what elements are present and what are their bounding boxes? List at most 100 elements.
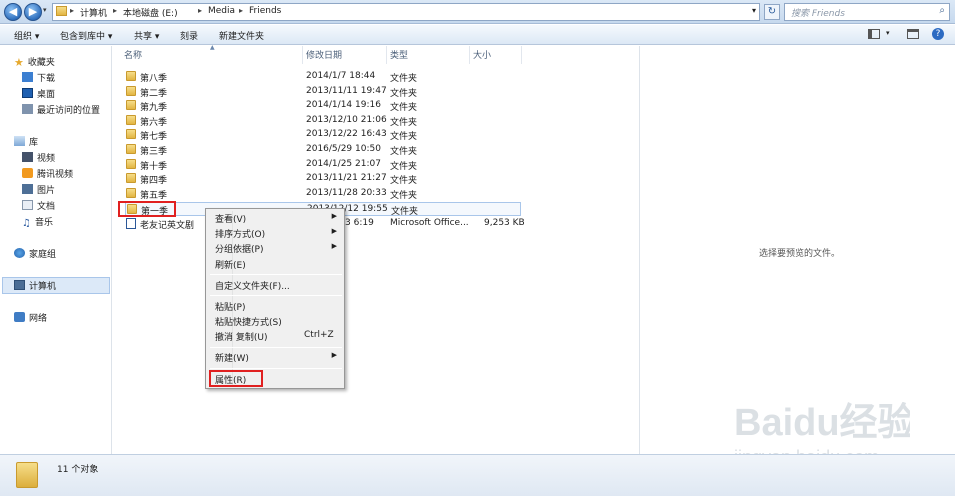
- watermark-logo-text: Baidu经验: [734, 402, 910, 444]
- word-document-icon: [126, 218, 136, 229]
- nav-pictures[interactable]: 图片: [22, 183, 55, 198]
- highlight-box: [118, 201, 176, 217]
- nav-videos[interactable]: 视频: [22, 151, 55, 166]
- video-icon: [22, 152, 33, 162]
- menu-item-sort[interactable]: 排序方式(O) ▶: [215, 227, 343, 241]
- folder-icon: [126, 100, 136, 110]
- nav-computer[interactable]: 计算机: [14, 279, 56, 294]
- recent-places-icon: [22, 104, 33, 114]
- table-row[interactable]: 第二季 2013/11/11 19:47 文件夹: [125, 85, 521, 99]
- search-icon[interactable]: ⌕: [939, 5, 945, 16]
- documents-icon: [22, 200, 33, 210]
- menu-item-paste-shortcut[interactable]: 粘贴快捷方式(S): [215, 315, 343, 329]
- nav-tencent-video[interactable]: 腾讯视频: [22, 167, 73, 182]
- folder-icon: [126, 173, 136, 183]
- nav-downloads[interactable]: 下载: [22, 71, 55, 86]
- pictures-icon: [22, 184, 33, 194]
- homegroup-icon: [14, 248, 25, 258]
- organize-button[interactable]: 组织 ▾: [14, 29, 39, 42]
- back-button[interactable]: ◀: [4, 3, 22, 21]
- context-menu: 查看(V) ▶ 排序方式(O) ▶ 分组依据(P) ▶ 刷新(E) 自定义文件夹(F)…: [205, 208, 345, 389]
- menu-separator: [210, 347, 342, 348]
- nav-libraries[interactable]: 库: [14, 135, 38, 150]
- search-box[interactable]: 搜索 Friends ⌕: [784, 3, 950, 21]
- nav-music[interactable]: ♫ 音乐: [22, 215, 53, 230]
- menu-item-group[interactable]: 分组依据(P) ▶: [215, 242, 343, 256]
- column-type[interactable]: 类型: [390, 48, 408, 61]
- computer-icon: [14, 280, 25, 290]
- nav-recent-places[interactable]: 最近访问的位置: [22, 103, 100, 118]
- navigation-pane: ★ 收藏夹 下载 桌面 最近访问的位置 库 视频 腾讯视频 图片 文档 ♫ 音乐 家…: [0, 46, 112, 454]
- view-dropdown-arrow[interactable]: ▾: [886, 29, 890, 37]
- new-folder-button[interactable]: 新建文件夹: [219, 29, 264, 42]
- column-modified[interactable]: 修改日期: [306, 48, 342, 61]
- nav-favorites[interactable]: ★ 收藏夹: [14, 55, 55, 70]
- table-row[interactable]: 第八季 2014/1/7 18:44 文件夹: [125, 70, 521, 84]
- search-input[interactable]: 搜索 Friends: [791, 6, 845, 19]
- nav-desktop[interactable]: 桌面: [22, 87, 55, 102]
- nav-network[interactable]: 网络: [14, 311, 47, 326]
- menu-item-customize-folder[interactable]: 自定义文件夹(F)...: [215, 279, 343, 293]
- item-count: 11 个对象: [57, 465, 99, 475]
- recent-pages-dropdown[interactable]: ▾: [43, 6, 47, 14]
- folder-icon: [126, 115, 136, 125]
- table-row[interactable]: 第六季 2013/12/10 21:06 文件夹: [125, 114, 521, 128]
- submenu-arrow-icon: ▶: [331, 242, 337, 250]
- view-options-icon[interactable]: [868, 29, 880, 39]
- breadcrumb-friends[interactable]: Friends: [249, 6, 281, 16]
- menu-item-view[interactable]: 查看(V) ▶: [215, 212, 343, 226]
- breadcrumb-drive[interactable]: 本地磁盘 (E:): [123, 6, 178, 19]
- table-row[interactable]: 第三季 2016/5/29 10:50 文件夹: [125, 143, 521, 157]
- menu-item-undo-copy[interactable]: 撤消 复制(U) Ctrl+Z: [215, 330, 343, 344]
- address-box[interactable]: ▸ 计算机 ▸ 本地磁盘 (E:) ▸ Media ▸ Friends ▾: [52, 3, 760, 21]
- menu-separator: [210, 274, 342, 275]
- submenu-arrow-icon: ▶: [331, 351, 337, 359]
- share-button[interactable]: 共享 ▾: [134, 29, 159, 42]
- preview-message: 选择要预览的文件。: [759, 249, 841, 259]
- breadcrumb-computer[interactable]: 计算机: [80, 6, 107, 19]
- desktop-icon: [22, 88, 33, 98]
- column-divider[interactable]: [521, 46, 522, 64]
- command-bar: 组织 ▾ 包含到库中 ▾ 共享 ▾ 刻录 新建文件夹 ▾ ?: [0, 25, 955, 45]
- breadcrumb-separator[interactable]: ▸: [198, 6, 202, 15]
- music-icon: ♫: [22, 218, 31, 229]
- breadcrumb-separator[interactable]: ▸: [70, 6, 74, 15]
- table-row[interactable]: 第七季 2013/12/22 16:43 文件夹: [125, 128, 521, 142]
- folder-icon: [126, 86, 136, 96]
- table-row[interactable]: 第九季 2014/1/14 19:16 文件夹: [125, 99, 521, 113]
- breadcrumb-separator[interactable]: ▸: [239, 6, 243, 15]
- nav-documents[interactable]: 文档: [22, 199, 55, 214]
- table-row[interactable]: 第四季 2013/11/21 21:27 文件夹: [125, 172, 521, 186]
- menu-separator: [210, 295, 342, 296]
- folder-icon: [126, 129, 136, 139]
- help-icon[interactable]: ?: [932, 28, 944, 40]
- forward-button[interactable]: ▶: [24, 3, 42, 21]
- menu-item-new[interactable]: 新建(W) ▶: [215, 351, 343, 365]
- library-icon: [14, 136, 25, 146]
- column-size[interactable]: 大小: [473, 48, 491, 61]
- nav-homegroup[interactable]: 家庭组: [14, 247, 56, 262]
- table-row[interactable]: 第十季 2014/1/25 21:07 文件夹: [125, 158, 521, 172]
- column-name[interactable]: 名称: [124, 48, 142, 61]
- highlight-box: [209, 370, 263, 387]
- menu-item-paste[interactable]: 粘贴(P): [215, 300, 343, 314]
- preview-pane-icon[interactable]: [907, 29, 919, 39]
- column-divider[interactable]: [469, 46, 470, 64]
- breadcrumb-separator[interactable]: ▸: [113, 6, 117, 15]
- star-icon: ★: [14, 56, 24, 69]
- column-divider[interactable]: [386, 46, 387, 64]
- column-divider[interactable]: [302, 46, 303, 64]
- downloads-icon: [22, 72, 33, 82]
- burn-button[interactable]: 刻录: [180, 29, 198, 42]
- refresh-icon[interactable]: ↻: [764, 4, 780, 20]
- include-in-library-button[interactable]: 包含到库中 ▾: [60, 29, 112, 42]
- breadcrumb-media[interactable]: Media: [208, 6, 235, 16]
- folder-icon: [126, 71, 136, 81]
- menu-item-refresh[interactable]: 刷新(E): [215, 258, 343, 272]
- network-icon: [14, 312, 25, 322]
- address-dropdown-arrow[interactable]: ▾: [752, 6, 756, 15]
- tencent-video-icon: [22, 168, 33, 178]
- address-bar-row: ◀ ▶ ▾ ▸ 计算机 ▸ 本地磁盘 (E:) ▸ Media ▸ Friend…: [0, 0, 955, 24]
- menu-separator: [210, 368, 342, 369]
- table-row[interactable]: 第五季 2013/11/28 20:33 文件夹: [125, 187, 521, 201]
